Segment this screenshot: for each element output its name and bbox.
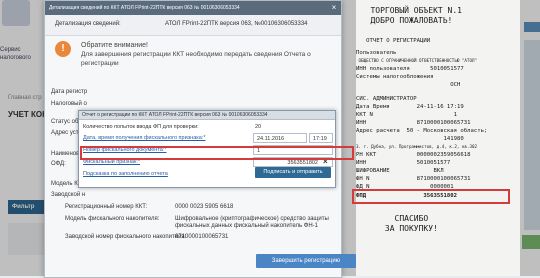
detail-label: Налоговый о [51, 101, 87, 107]
close-icon[interactable]: × [329, 3, 339, 13]
receipt-line: ФН N 8710000100065731 [356, 176, 471, 182]
finish-registration-button[interactable]: Завершить регистрацию [256, 254, 356, 268]
receipt-line: ОБЩЕСТВО С ОГРАНИЧЕННОЙ ОТВЕТСТВЕННОСТЬЮ… [356, 58, 478, 63]
warning-icon: ! [55, 41, 71, 57]
receipt-line: Адрес расчета 50 - Московская область; [356, 128, 488, 134]
receipt-line: Системы налогообложения [356, 74, 434, 80]
receipt-line: ТОРГОВЫЙ ОБЪЕКТ N.1 [356, 6, 462, 15]
fn-serial-label: Заводской номер фискального накопителя: [65, 234, 187, 240]
sign-and-send-button[interactable]: Подписать и отправить [255, 167, 331, 178]
report-dialog-title: Отчет о регистрации по ККТ АТОЛ FPrint-2… [79, 111, 335, 120]
receipt-line: ОСН [356, 82, 461, 88]
receipt-line: ДОБРО ПОЖАЛОВАТЬ! [356, 16, 453, 25]
receipt-line: ШИФРОВАНИЕ ВКЛ [356, 168, 444, 174]
receipt-line: СПАСИБО [356, 214, 429, 223]
attempts-value: 20 [255, 124, 262, 130]
receipt-line: ИНН пользователя 5010051577 [356, 66, 464, 72]
warning-body: Для завершения регистрации ККТ необходим… [81, 51, 311, 67]
detail-label: Дата регистр [51, 89, 88, 95]
receipt-line: ККТ N 1 [356, 112, 458, 118]
receipt-line: 3. г. Дубна, ул. Программистов, д.4, к.2… [356, 144, 478, 149]
tab-label: Детализация сведений: [55, 21, 121, 27]
details-tab-bar: Детализация сведений: АТОЛ FPrint-22ПТК … [45, 15, 341, 36]
receipt-line: ОТЧЕТ О РЕГИСТРАЦИИ [356, 38, 431, 44]
date-label: Дата, время получения фискального призна… [83, 135, 206, 141]
receipt-line: ЗА ПОКУПКУ! [356, 224, 438, 233]
fn-model-label: Модель фискального накопителя: [65, 216, 160, 222]
attempts-label: Количество попыток ввода ФП для проверки… [83, 124, 199, 130]
dialog-title: Детализация сведений по ККТ АТОЛ FPrint-… [45, 1, 341, 15]
detail-label: Заводской н [51, 192, 86, 198]
receipt-photo: ТОРГОВЫЙ ОБЪЕКТ N.1 ДОБРО ПОЖАЛОВАТЬ! ОТ… [356, 0, 520, 276]
tab-value: АТОЛ FPrint-22ПТК версия 063, №001063060… [165, 21, 308, 27]
fpd-highlight-frame [352, 189, 510, 204]
time-input[interactable]: 17:19 [309, 133, 333, 143]
receipt-line: ИНН 5010051577 [356, 160, 451, 166]
warning-title: Обратите внимание! [81, 42, 148, 49]
fp-highlight-frame [80, 146, 354, 160]
warning-message: Обратите внимание! Для завершения регист… [81, 41, 331, 68]
receipt-line: Дата Время 24-11-16 17:19 [356, 104, 464, 110]
reg-number-label: Регистрационный номер ККТ: [65, 204, 148, 210]
receipt-line: 141980 [356, 136, 464, 142]
receipt-line: Пользователь [356, 50, 397, 56]
fn-serial-value: 8710000100065731 [175, 234, 229, 240]
receipt-line: СИС. АДМИНИСТРАТОР [356, 96, 417, 102]
date-input[interactable]: 24.11.2016 [253, 133, 307, 143]
detail-label: ОФД: [51, 161, 66, 167]
fn-model-value: Шифровальное (криптографическое) средств… [175, 216, 329, 229]
reg-number-value: 0000 0023 5905 6618 [175, 204, 234, 210]
receipt-line: ИНН 8710000100065731 [356, 120, 471, 126]
receipt-line: РН ККТ 0000002359056618 [356, 152, 471, 158]
hint-link[interactable]: Подсказка по заполнению отчета [83, 171, 168, 177]
